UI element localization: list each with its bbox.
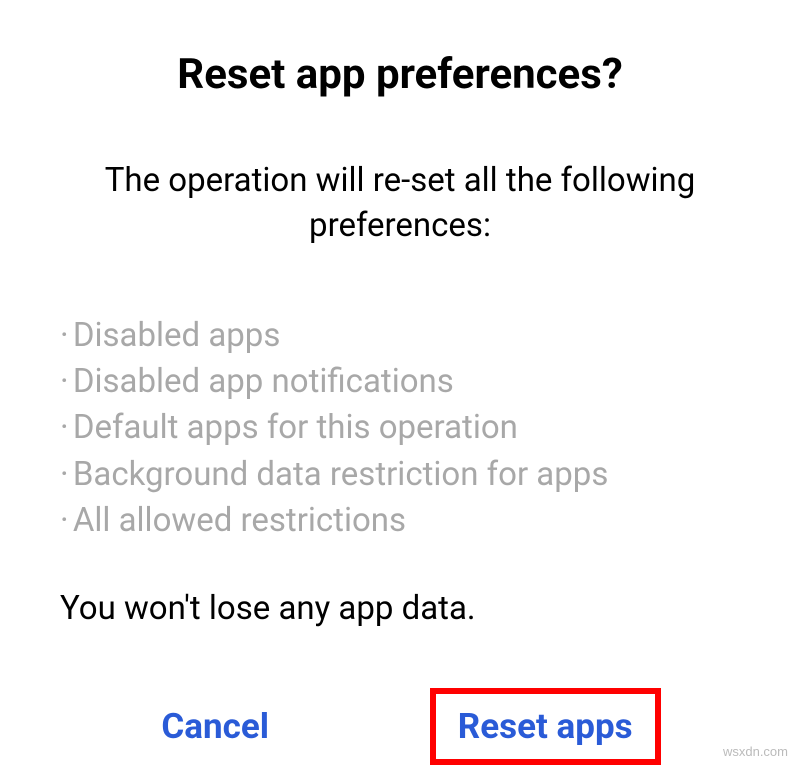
list-item: All allowed restrictions: [60, 498, 750, 544]
list-item: Background data restriction for apps: [60, 452, 750, 498]
watermark-text: wsxdn.com: [723, 744, 788, 759]
footer-note: You won't lose any app data.: [50, 589, 750, 628]
preferences-list: Disabled apps Disabled app notifications…: [50, 313, 750, 544]
dialog-button-row: Cancel Reset apps: [50, 688, 750, 765]
dialog-title: Reset app preferences?: [50, 50, 750, 99]
list-item: Default apps for this operation: [60, 405, 750, 451]
reset-preferences-dialog: Reset app preferences? The operation wil…: [0, 0, 800, 767]
dialog-description: The operation will re-set all the follow…: [50, 159, 750, 248]
reset-apps-button[interactable]: Reset apps: [436, 694, 655, 759]
highlight-annotation: Reset apps: [430, 688, 661, 765]
cancel-button[interactable]: Cancel: [139, 694, 291, 759]
list-item: Disabled apps: [60, 313, 750, 359]
list-item: Disabled app notifications: [60, 359, 750, 405]
